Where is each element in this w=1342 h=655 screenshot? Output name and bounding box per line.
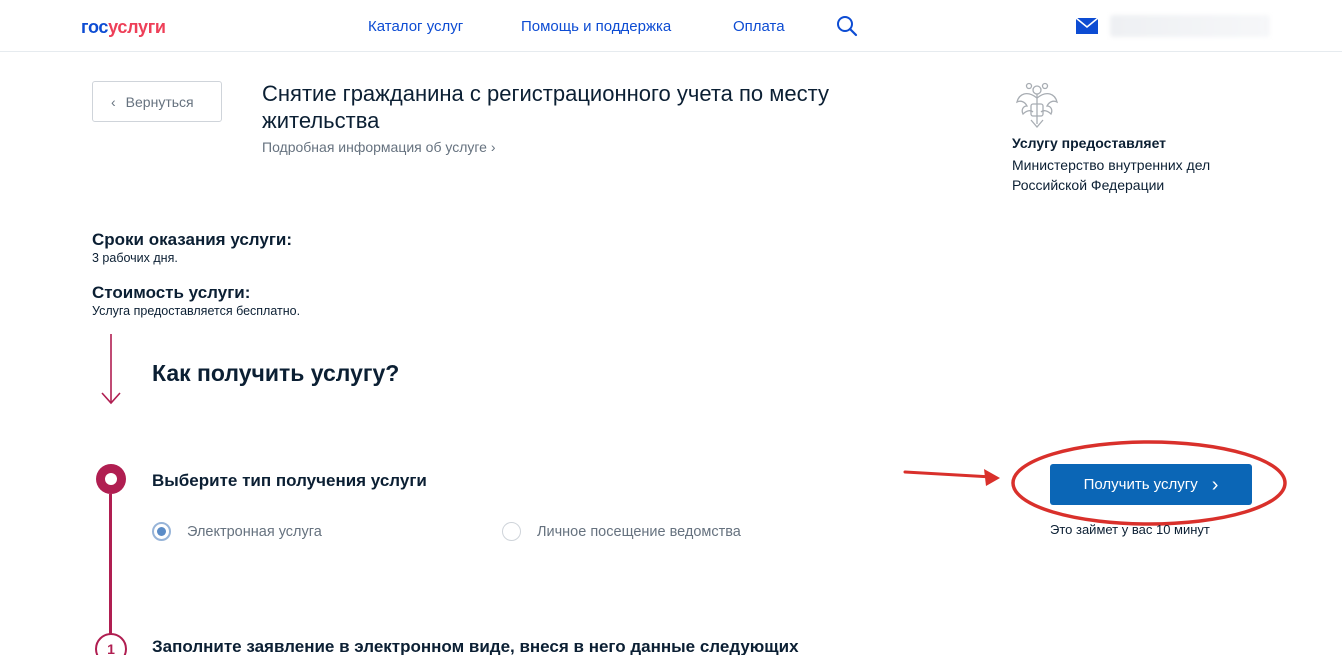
radio-electronic-service-label[interactable]: Электронная услуга [187, 524, 322, 540]
time-estimate-note: Это займет у вас 10 минут [1050, 522, 1210, 537]
provider-label: Услугу предоставляет [1012, 135, 1167, 151]
service-info-link[interactable]: Подробная информация об услуге › [262, 139, 496, 155]
step-connector-line [109, 494, 112, 634]
nav-catalog[interactable]: Каталог услуг [368, 18, 463, 35]
chevron-right-icon: › [490, 139, 496, 155]
terms-label: Сроки оказания услуги: [92, 230, 293, 249]
step-active-marker [96, 464, 126, 494]
gosuslugi-logo[interactable]: госуслуги [81, 17, 166, 38]
arrow-down-icon [101, 334, 121, 405]
user-name-blurred[interactable] [1110, 15, 1270, 37]
site-header: госуслуги Каталог услуг Помощь и поддерж… [0, 0, 1342, 52]
annotation-arrow [903, 469, 1000, 486]
search-icon[interactable] [835, 14, 859, 38]
how-to-get-title: Как получить услугу? [152, 360, 400, 386]
radio-personal-visit-label[interactable]: Личное посещение ведомства [537, 524, 741, 540]
service-info-link-label: Подробная информация об услуге [262, 139, 487, 155]
step-number-marker: 1 [95, 633, 127, 655]
back-button-label: Вернуться [125, 93, 194, 110]
radio-personal-visit[interactable] [502, 522, 521, 541]
emblem-icon [1016, 82, 1058, 128]
nav-help[interactable]: Помощь и поддержка [521, 18, 671, 35]
provider-name: Министерство внутренних дел Российской Ф… [1012, 157, 1211, 193]
step-fill-application-title: Заполните заявление в электронном виде, … [152, 637, 799, 655]
nav-payment[interactable]: Оплата [733, 18, 785, 35]
get-service-button-label: Получить услугу [1083, 476, 1198, 493]
mail-icon[interactable] [1075, 17, 1099, 35]
step-choose-type-title: Выберите тип получения услуги [152, 471, 427, 490]
cost-label: Стоимость услуги: [92, 283, 251, 302]
cost-value: Услуга предоставляется бесплатно. [92, 304, 301, 318]
chevron-left-icon: ‹ [111, 93, 116, 110]
chevron-right-icon: › [1211, 473, 1219, 496]
radio-electronic-service[interactable] [152, 522, 171, 541]
terms-value: 3 рабочих дня. [92, 251, 178, 265]
get-service-button[interactable]: Получить услугу › [1050, 464, 1252, 505]
service-title: Снятие гражданина с регистрационного уче… [262, 81, 829, 133]
back-button[interactable]: ‹ Вернуться [92, 81, 222, 122]
